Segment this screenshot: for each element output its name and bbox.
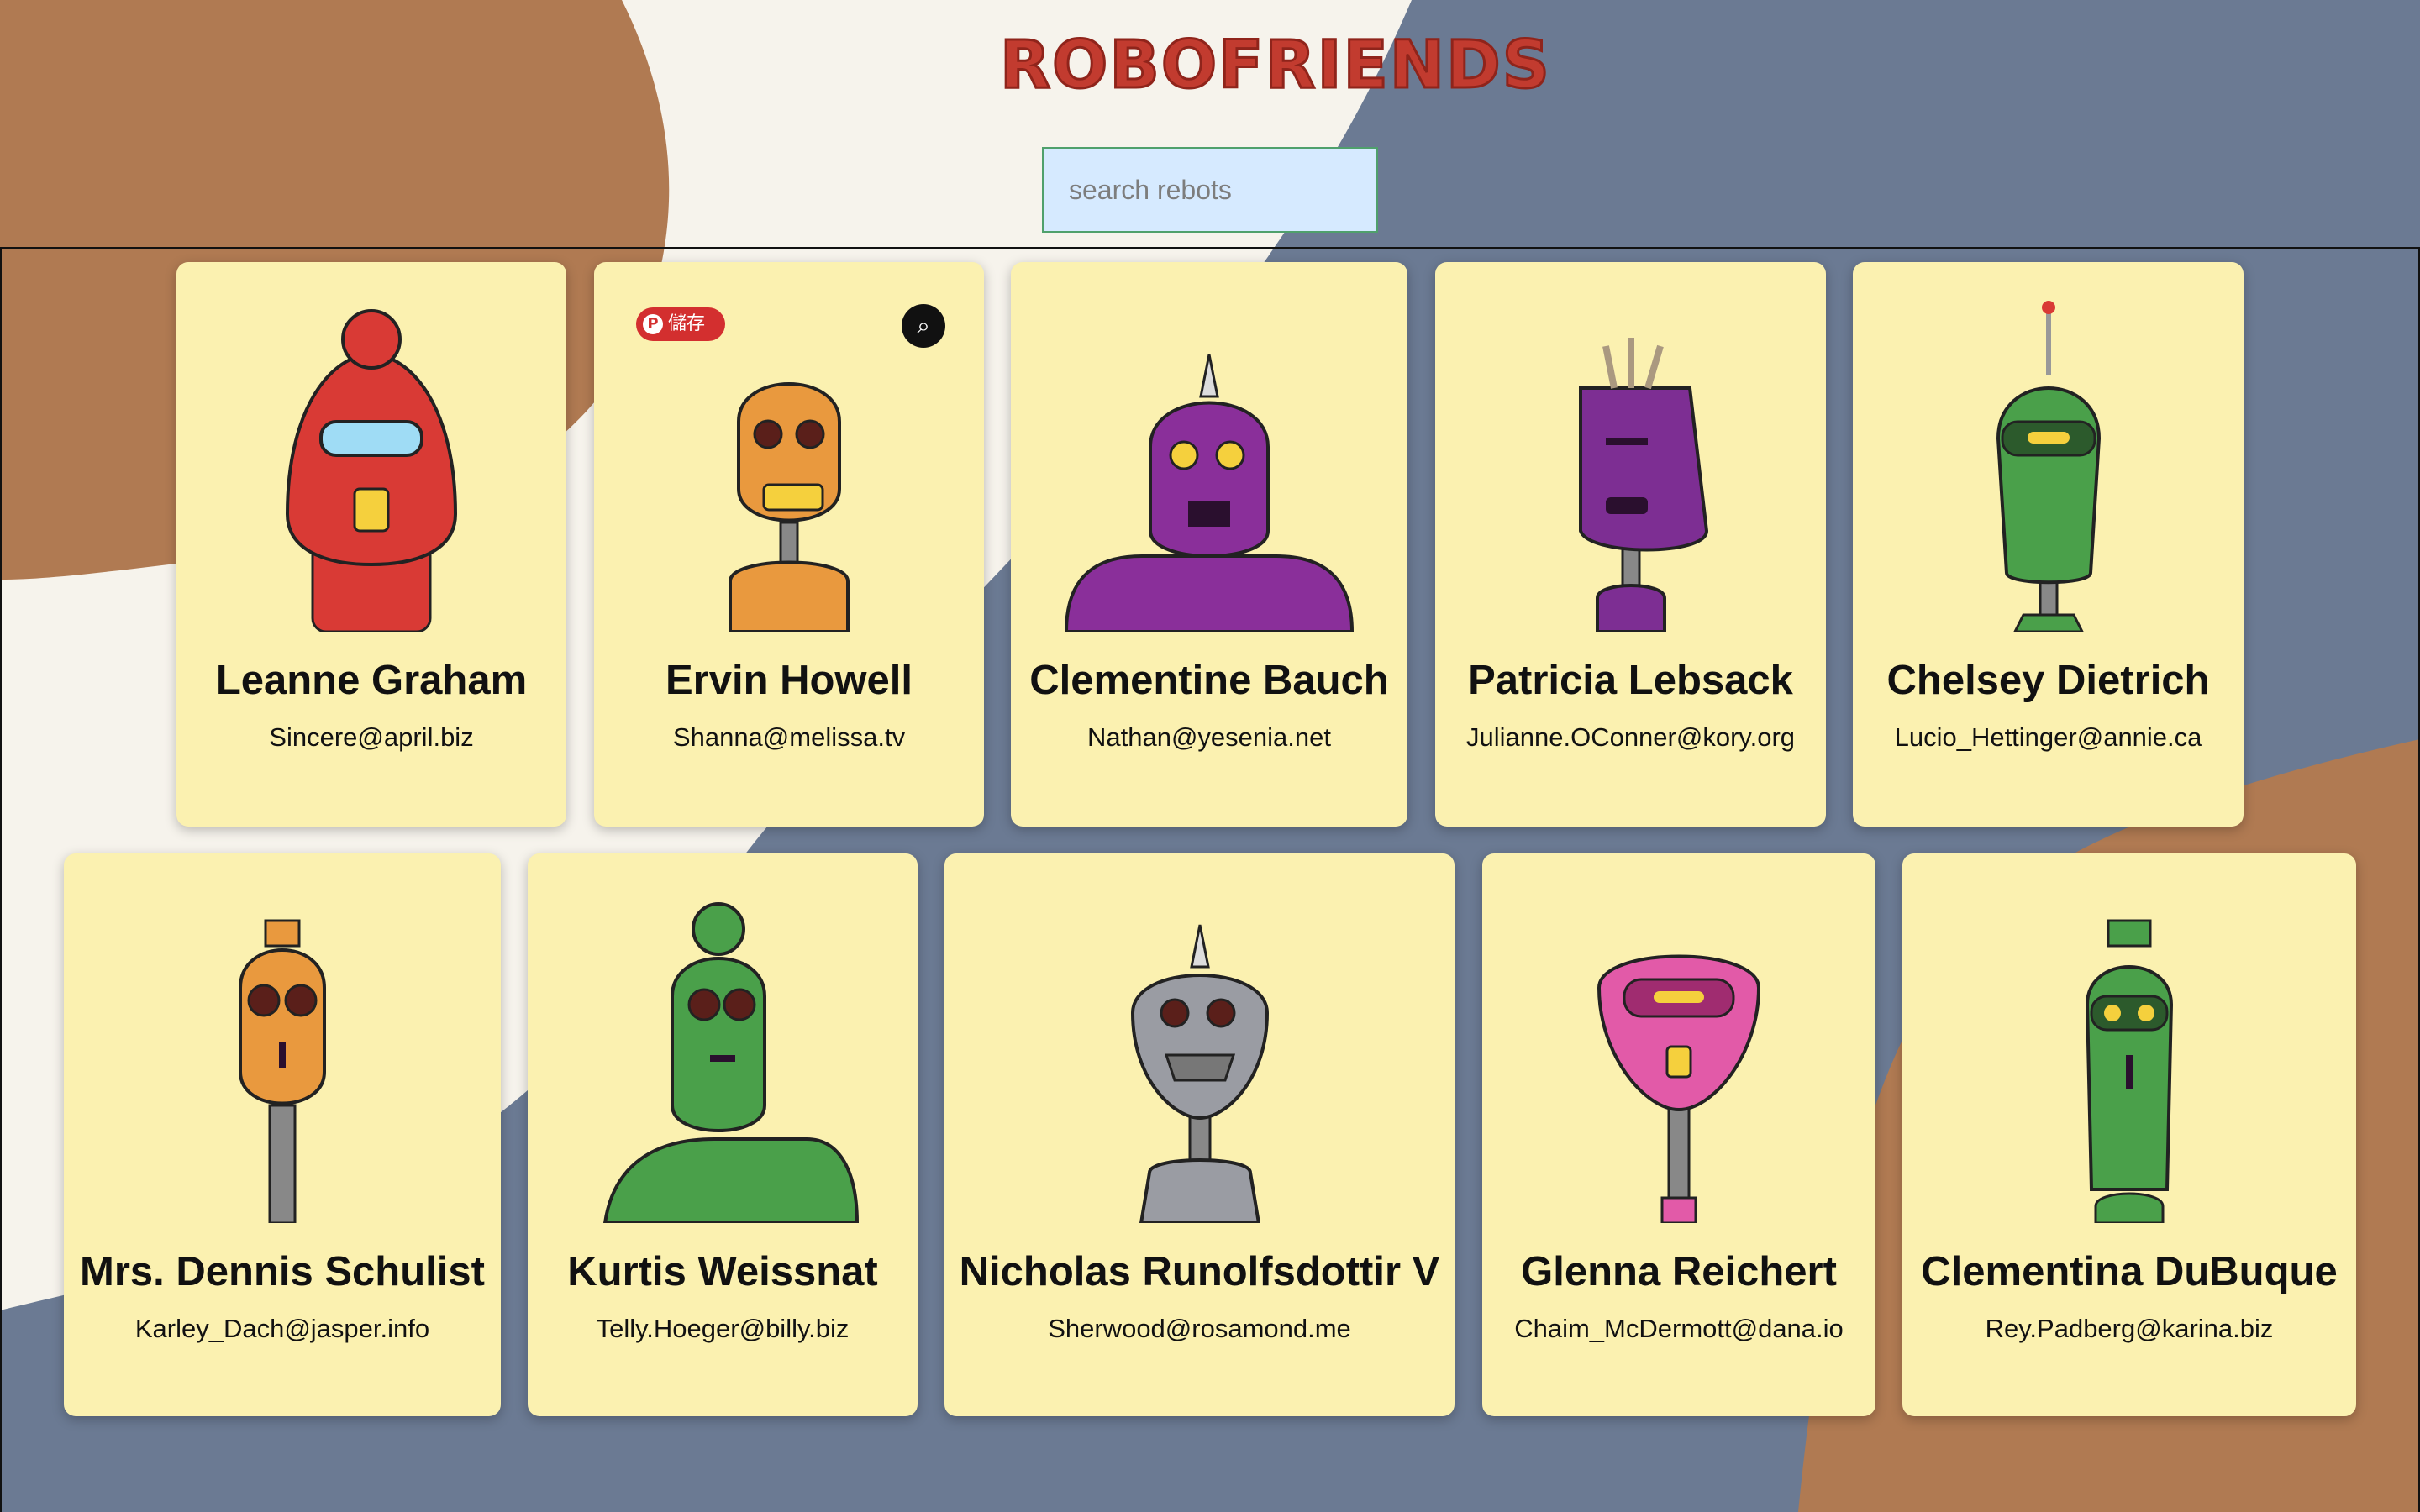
robot-avatar-image: [602, 902, 860, 1223]
robot-avatar-image: [285, 309, 458, 632]
robot-avatar-image: [2085, 919, 2174, 1223]
robot-email: Rey.Padberg@karina.biz: [1985, 1314, 2274, 1343]
robot-card: Kurtis Weissnat Telly.Hoeger@billy.biz: [528, 853, 918, 1416]
robot-avatar-image: [1996, 301, 2101, 632]
robot-name: Chelsey Dietrich: [1886, 658, 2210, 703]
robot-name: Patricia Lebsack: [1468, 658, 1793, 703]
robot-card: Chelsey Dietrich Lucio_Hettinger@annie.c…: [1853, 262, 2244, 827]
robot-email: Lucio_Hettinger@annie.ca: [1894, 722, 2202, 752]
robot-avatar-image: [729, 382, 850, 632]
robot-avatar-image: [1130, 924, 1269, 1223]
robot-email: Sincere@april.biz: [269, 722, 474, 752]
robot-email: Shanna@melissa.tv: [672, 722, 906, 752]
robot-avatar-image: [239, 919, 326, 1223]
robot-card: P 儲存 ⌕ Ervin Howell Shanna@melissa.tv: [594, 262, 984, 827]
robot-avatar-image: [1597, 954, 1761, 1223]
robot-name: Clementine Bauch: [1029, 658, 1389, 703]
robot-card: Glenna Reichert Chaim_McDermott@dana.io: [1482, 853, 1876, 1416]
search-input[interactable]: [1042, 147, 1378, 233]
robot-email: Julianne.OConner@kory.org: [1465, 722, 1796, 752]
robot-name: Ervin Howell: [665, 658, 913, 703]
robot-name: Leanne Graham: [215, 658, 528, 703]
robot-name: Glenna Reichert: [1521, 1249, 1837, 1294]
robot-email: Nathan@yesenia.net: [1087, 722, 1331, 752]
robot-name: Nicholas Runolfsdottir V: [959, 1249, 1440, 1294]
robot-card: Mrs. Dennis Schulist Karley_Dach@jasper.…: [64, 853, 501, 1416]
robot-name: Kurtis Weissnat: [567, 1249, 878, 1294]
robot-card: Clementine Bauch Nathan@yesenia.net: [1011, 262, 1407, 827]
robot-card: Patricia Lebsack Julianne.OConner@kory.o…: [1435, 262, 1826, 827]
robot-card: Nicholas Runolfsdottir V Sherwood@rosamo…: [944, 853, 1455, 1416]
robot-card: Clementina DuBuque Rey.Padberg@karina.bi…: [1902, 853, 2356, 1416]
robot-name: Clementina DuBuque: [1921, 1249, 2338, 1294]
robot-email: Chaim_McDermott@dana.io: [1514, 1314, 1844, 1343]
robot-card: Leanne Graham Sincere@april.biz: [176, 262, 566, 827]
app-title-logo: ROBOFRIENDS: [999, 28, 1551, 103]
robot-email: Sherwood@rosamond.me: [1048, 1314, 1351, 1343]
robot-avatar-image: [1064, 354, 1355, 632]
robot-avatar-image: [1578, 338, 1708, 632]
robot-name: Mrs. Dennis Schulist: [80, 1249, 485, 1294]
robot-email: Karley_Dach@jasper.info: [134, 1314, 430, 1343]
robot-email: Telly.Hoeger@billy.biz: [596, 1314, 850, 1343]
